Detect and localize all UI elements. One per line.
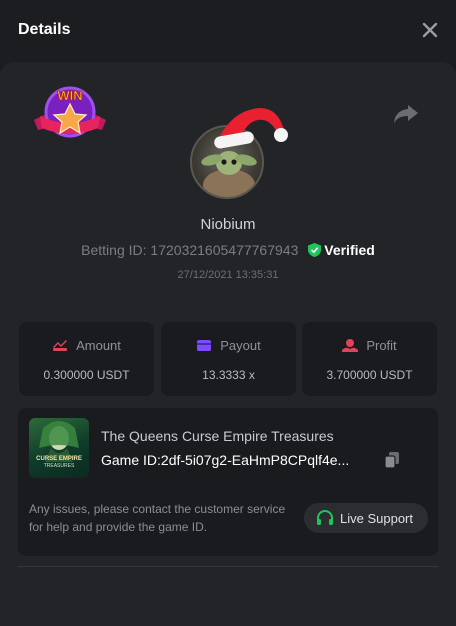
santa-hat-icon bbox=[214, 108, 288, 149]
shield-check-icon bbox=[308, 243, 322, 257]
game-id: Game ID:2df-5i07g2-EaHmP8CPqlf4e... bbox=[101, 452, 383, 468]
game-id-label: Game ID: bbox=[101, 452, 161, 468]
close-icon[interactable] bbox=[420, 20, 440, 40]
stat-profit-label: Profit bbox=[366, 338, 397, 353]
divider bbox=[18, 566, 438, 567]
wallet-icon bbox=[197, 340, 212, 351]
stat-amount-value: 0.300000 USDT bbox=[43, 368, 130, 382]
game-id-value: 2df-5i07g2-EaHmP8CPqlf4e... bbox=[160, 452, 350, 468]
win-badge-text: WIN bbox=[57, 88, 82, 103]
stat-profit-value: 3.700000 USDT bbox=[326, 368, 413, 382]
modal-title: Details bbox=[18, 21, 71, 38]
verified-label: Verified bbox=[324, 242, 375, 258]
username: Niobium bbox=[200, 216, 256, 233]
amount-icon bbox=[53, 340, 68, 351]
stat-payout: Payout 13.3333 x bbox=[161, 322, 296, 396]
stat-payout-label: Payout bbox=[220, 338, 261, 353]
betting-id-value: 1720321605477767943 bbox=[150, 242, 299, 258]
betting-id-line: Betting ID: 1720321605477767943 Verified bbox=[0, 242, 456, 258]
game-card: CURSE EMPIRE TREASURES The Queens Curse … bbox=[18, 408, 438, 556]
game-art-image bbox=[39, 421, 79, 462]
stat-amount-label: Amount bbox=[76, 338, 121, 353]
game-thumb-subtitle: TREASURES bbox=[43, 463, 75, 469]
support-help-text: Any issues, please contact the customer … bbox=[29, 502, 286, 534]
stat-payout-value: 13.3333 x bbox=[202, 368, 255, 382]
betting-id-label: Betting ID: bbox=[81, 242, 147, 258]
win-badge-icon: WIN bbox=[34, 86, 106, 138]
game-title[interactable]: The Queens Curse Empire Treasures bbox=[101, 428, 334, 444]
stat-profit: Profit 3.700000 USDT bbox=[302, 322, 437, 396]
live-support-label: Live Support bbox=[340, 511, 413, 526]
profit-icon bbox=[342, 339, 359, 352]
headset-icon bbox=[317, 510, 333, 525]
modal-header: Details bbox=[0, 0, 456, 62]
bet-timestamp: 27/12/2021 13:35:31 bbox=[177, 269, 279, 281]
game-thumb-title: CURSE EMPIRE bbox=[36, 456, 82, 462]
copy-icon[interactable] bbox=[383, 451, 401, 469]
game-thumbnail[interactable]: CURSE EMPIRE TREASURES bbox=[29, 418, 89, 478]
live-support-button[interactable]: Live Support bbox=[304, 503, 428, 533]
share-icon[interactable] bbox=[393, 103, 419, 125]
stat-amount: Amount 0.300000 USDT bbox=[19, 322, 154, 396]
